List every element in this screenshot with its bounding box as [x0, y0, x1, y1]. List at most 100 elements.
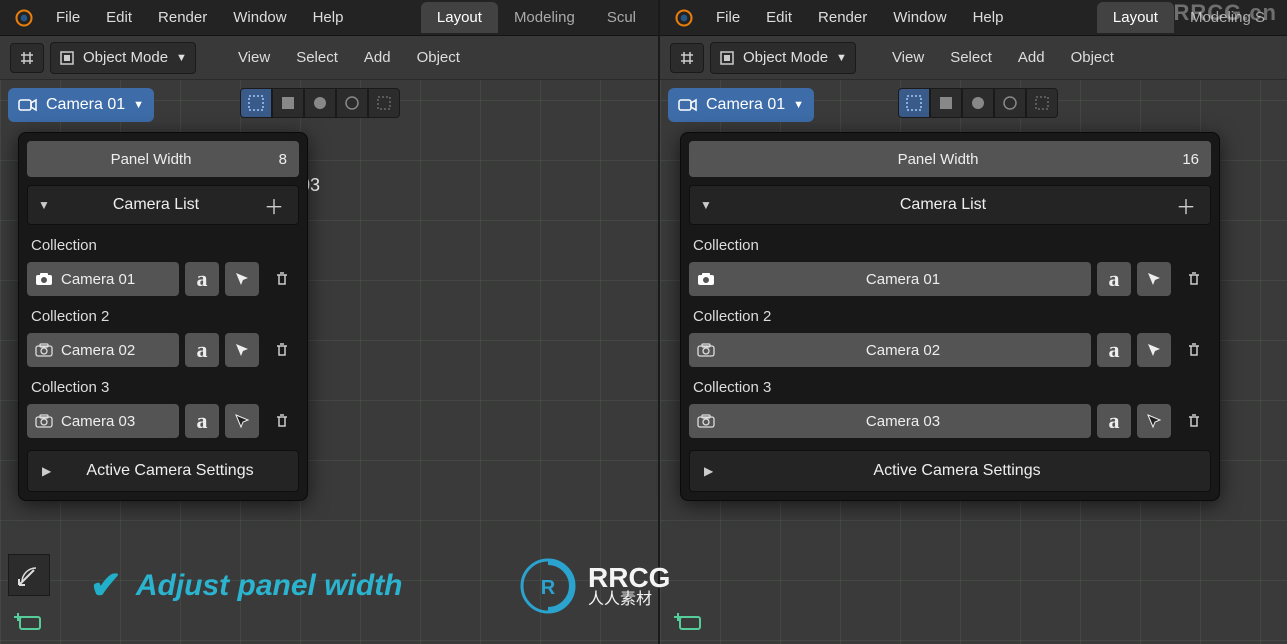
- active-camera-settings[interactable]: ▶ Active Camera Settings: [27, 450, 299, 492]
- delete-icon[interactable]: [1177, 404, 1211, 438]
- rename-button[interactable]: a: [185, 333, 219, 367]
- add-tool-icon[interactable]: [8, 600, 50, 642]
- menu-render[interactable]: Render: [806, 3, 879, 32]
- menu-window[interactable]: Window: [221, 3, 298, 32]
- shading-solid-icon[interactable]: [272, 88, 304, 118]
- camera-panel-popover: Panel Width 8 ▼ Camera List ＋ Collection…: [18, 132, 308, 501]
- camera-name-label: Camera 03: [723, 413, 1083, 430]
- menu-help[interactable]: Help: [301, 3, 356, 32]
- shading-options-icon[interactable]: [1026, 88, 1058, 118]
- camera-row: Camera 01 a: [27, 260, 299, 298]
- mode-label: Object Mode: [83, 49, 168, 66]
- collection-label: Collection 2: [689, 302, 1211, 331]
- camera-name-button[interactable]: Camera 02: [689, 333, 1091, 367]
- camera-name-button[interactable]: Camera 03: [689, 404, 1091, 438]
- camera-name-button[interactable]: Camera 01: [27, 262, 179, 296]
- panel-width-field[interactable]: Panel Width 16: [689, 141, 1211, 177]
- header-object[interactable]: Object: [407, 43, 470, 72]
- active-camera-settings[interactable]: ▶ Active Camera Settings: [689, 450, 1211, 492]
- shading-wireframe-icon[interactable]: [898, 88, 930, 118]
- mode-dropdown[interactable]: Object Mode ▼: [50, 42, 196, 74]
- camera-outline-icon: [35, 414, 53, 428]
- camera-list-header[interactable]: ▼ Camera List ＋: [27, 185, 299, 225]
- delete-icon[interactable]: [265, 333, 299, 367]
- rename-button[interactable]: a: [1097, 333, 1131, 367]
- menu-edit[interactable]: Edit: [94, 3, 144, 32]
- header-view[interactable]: View: [228, 43, 280, 72]
- menu-file[interactable]: File: [44, 3, 92, 32]
- cursor-icon[interactable]: [1137, 262, 1171, 296]
- object-mode-icon: [59, 50, 75, 66]
- svg-text:R: R: [541, 577, 556, 599]
- rename-button[interactable]: a: [185, 404, 219, 438]
- menu-help[interactable]: Help: [961, 3, 1016, 32]
- viewport-header: Object Mode ▼ View Select Add Object: [0, 36, 658, 80]
- menu-window[interactable]: Window: [881, 3, 958, 32]
- panel-width-label: Panel Width: [701, 151, 1175, 168]
- camera-name-button[interactable]: Camera 03: [27, 404, 179, 438]
- camera-list-title: Camera List: [52, 196, 260, 214]
- header-object[interactable]: Object: [1061, 43, 1124, 72]
- tab-layout[interactable]: Layout: [1097, 2, 1174, 33]
- camera-list-header[interactable]: ▼ Camera List ＋: [689, 185, 1211, 225]
- header-add[interactable]: Add: [354, 43, 401, 72]
- collection-label: Collection 3: [689, 373, 1211, 402]
- cursor-icon[interactable]: [225, 262, 259, 296]
- camera-name-button[interactable]: Camera 01: [689, 262, 1091, 296]
- chevron-down-icon: ▼: [700, 198, 714, 212]
- blender-logo-icon[interactable]: [12, 6, 36, 30]
- watermark-corner: RRCG.cn: [1173, 0, 1277, 26]
- shading-material-icon[interactable]: [304, 88, 336, 118]
- shading-material-icon[interactable]: [962, 88, 994, 118]
- header-add[interactable]: Add: [1008, 43, 1055, 72]
- shading-wireframe-icon[interactable]: [240, 88, 272, 118]
- menu-edit[interactable]: Edit: [754, 3, 804, 32]
- watermark: R RRCG 人人素材: [520, 558, 670, 614]
- camera-dropdown[interactable]: Camera 01 ▼: [668, 88, 814, 122]
- delete-icon[interactable]: [1177, 262, 1211, 296]
- header-select[interactable]: Select: [286, 43, 348, 72]
- shading-rendered-icon[interactable]: [336, 88, 368, 118]
- mode-dropdown[interactable]: Object Mode ▼: [710, 42, 856, 74]
- cursor-filled-icon[interactable]: [225, 404, 259, 438]
- camera-outline-icon: [697, 343, 715, 357]
- tab-layout[interactable]: Layout: [421, 2, 498, 33]
- top-menu-bar: File Edit Render Window Help Layout Mode…: [0, 0, 658, 36]
- camera-outline-icon: [697, 414, 715, 428]
- editor-type-icon[interactable]: [10, 43, 44, 73]
- delete-icon[interactable]: [1177, 333, 1211, 367]
- delete-icon[interactable]: [265, 404, 299, 438]
- mode-label: Object Mode: [743, 49, 828, 66]
- editor-type-icon[interactable]: [670, 43, 704, 73]
- panel-width-label: Panel Width: [39, 151, 263, 168]
- tab-modeling[interactable]: Modeling: [498, 2, 591, 33]
- header-select[interactable]: Select: [940, 43, 1002, 72]
- chevron-down-icon: ▼: [133, 99, 144, 111]
- camera-dropdown[interactable]: Camera 01 ▼: [8, 88, 154, 122]
- add-camera-icon[interactable]: ＋: [260, 191, 288, 220]
- collection-label: Collection 3: [27, 373, 299, 402]
- shading-options-icon[interactable]: [368, 88, 400, 118]
- menu-file[interactable]: File: [704, 3, 752, 32]
- shading-rendered-icon[interactable]: [994, 88, 1026, 118]
- shading-solid-icon[interactable]: [930, 88, 962, 118]
- rename-button[interactable]: a: [1097, 262, 1131, 296]
- cursor-icon[interactable]: [225, 333, 259, 367]
- camera-name-label: Camera 02: [61, 342, 135, 359]
- delete-icon[interactable]: [265, 262, 299, 296]
- checkmark-icon: ✔: [90, 563, 122, 608]
- blender-logo-icon[interactable]: [672, 6, 696, 30]
- menu-render[interactable]: Render: [146, 3, 219, 32]
- cursor-icon[interactable]: [1137, 333, 1171, 367]
- measure-tool-icon[interactable]: [8, 554, 50, 596]
- tab-sculpting[interactable]: Scul: [591, 2, 652, 33]
- panel-width-field[interactable]: Panel Width 8: [27, 141, 299, 177]
- rename-button[interactable]: a: [1097, 404, 1131, 438]
- add-camera-icon[interactable]: ＋: [1172, 191, 1200, 220]
- rename-button[interactable]: a: [185, 262, 219, 296]
- camera-name-button[interactable]: Camera 02: [27, 333, 179, 367]
- cursor-filled-icon[interactable]: [1137, 404, 1171, 438]
- camera-panel-popover-wide: Panel Width 16 ▼ Camera List ＋ Collectio…: [680, 132, 1220, 501]
- header-view[interactable]: View: [882, 43, 934, 72]
- add-tool-icon[interactable]: [668, 600, 710, 642]
